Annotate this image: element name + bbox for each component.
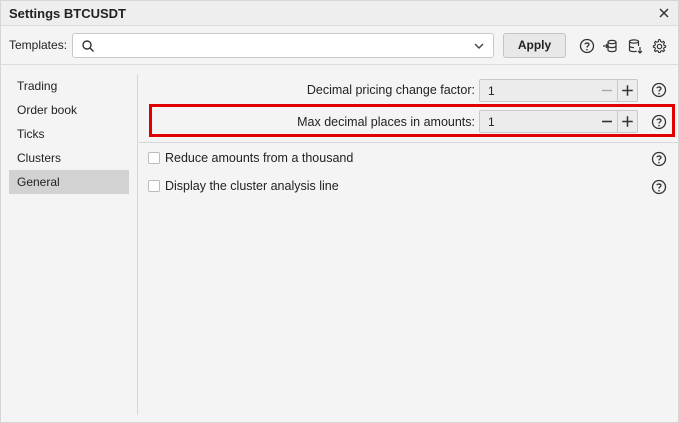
import-icon[interactable]: [602, 38, 618, 54]
sidebar-item-trading[interactable]: Trading: [9, 74, 129, 98]
gear-icon[interactable]: [651, 38, 667, 54]
title-bar: Settings BTCUSDT: [1, 1, 678, 26]
templates-label: Templates:: [9, 38, 68, 52]
minus-icon[interactable]: [597, 80, 617, 101]
chevron-down-icon[interactable]: [473, 40, 485, 52]
settings-window: Settings BTCUSDT Templates: Apply Tradin…: [0, 0, 679, 423]
sidebar-item-clusters[interactable]: Clusters: [9, 146, 129, 170]
max-decimal-stepper[interactable]: 1: [479, 110, 638, 133]
help-icon[interactable]: [651, 114, 667, 130]
help-icon[interactable]: [651, 179, 667, 195]
search-icon: [82, 40, 94, 52]
templates-toolbar: Templates: Apply: [1, 27, 678, 65]
help-icon[interactable]: [651, 82, 667, 98]
export-icon[interactable]: [627, 38, 643, 54]
cluster-line-checkbox[interactable]: [148, 180, 160, 192]
window-title: Settings BTCUSDT: [9, 6, 126, 21]
help-icon[interactable]: [651, 151, 667, 167]
plus-icon[interactable]: [617, 111, 637, 132]
decimal-pricing-value[interactable]: 1: [488, 84, 495, 98]
max-decimal-value[interactable]: 1: [488, 115, 495, 129]
sidebar-item-general[interactable]: General: [9, 170, 129, 194]
max-decimal-label: Max decimal places in amounts:: [297, 115, 475, 129]
templates-select[interactable]: [72, 33, 494, 58]
close-icon[interactable]: [656, 5, 672, 21]
help-icon[interactable]: [579, 38, 595, 54]
sidebar-item-ticks[interactable]: Ticks: [9, 122, 129, 146]
decimal-pricing-stepper[interactable]: 1: [479, 79, 638, 102]
reduce-amounts-checkbox[interactable]: [148, 152, 160, 164]
minus-icon[interactable]: [597, 111, 617, 132]
plus-icon[interactable]: [617, 80, 637, 101]
sidebar-divider: [137, 74, 138, 415]
decimal-pricing-label: Decimal pricing change factor:: [306, 83, 475, 97]
apply-button[interactable]: Apply: [503, 33, 566, 58]
sidebar-item-order-book[interactable]: Order book: [9, 98, 129, 122]
cluster-line-label[interactable]: Display the cluster analysis line: [165, 179, 339, 193]
reduce-amounts-label[interactable]: Reduce amounts from a thousand: [165, 151, 353, 165]
settings-sidebar: Trading Order book Ticks Clusters Genera…: [9, 74, 129, 194]
section-divider: [139, 142, 678, 143]
